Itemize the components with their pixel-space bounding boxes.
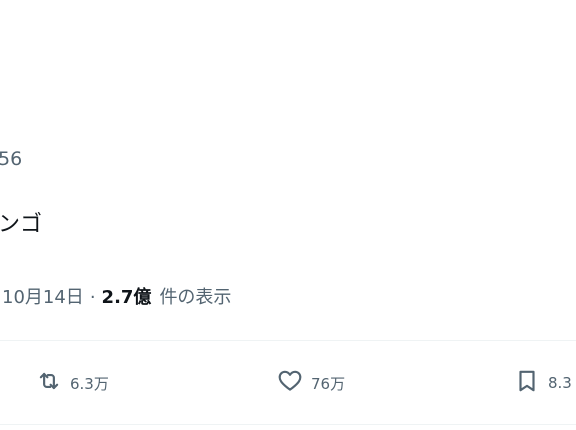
bookmark-icon — [514, 368, 540, 398]
like-count: 76万 — [311, 374, 346, 393]
like-button[interactable]: 76万 — [277, 366, 345, 400]
bookmark-button[interactable]: 8.3 — [514, 366, 572, 400]
divider-top — [0, 340, 576, 341]
tweet-text: ンゴ — [0, 212, 43, 237]
meta-separator: · — [89, 287, 96, 308]
retweet-count: 6.3万 — [70, 374, 109, 393]
views-count[interactable]: 2.7億 — [102, 283, 152, 309]
tweet-meta: 10月14日 · 2.7億 件の表示 — [2, 283, 231, 309]
divider-bottom — [0, 424, 576, 425]
tweet-date[interactable]: 10月14日 — [2, 283, 84, 309]
retweet-icon — [36, 368, 62, 398]
tweet-detail-page: 56 ンゴ 10月14日 · 2.7億 件の表示 6.3万 76万 8.3 — [0, 0, 576, 430]
bookmark-count: 8.3 — [548, 374, 572, 392]
retweet-button[interactable]: 6.3万 — [36, 366, 109, 400]
tweet-handle[interactable]: 56 — [0, 148, 22, 170]
heart-icon — [277, 368, 303, 398]
views-label: 件の表示 — [159, 287, 232, 308]
